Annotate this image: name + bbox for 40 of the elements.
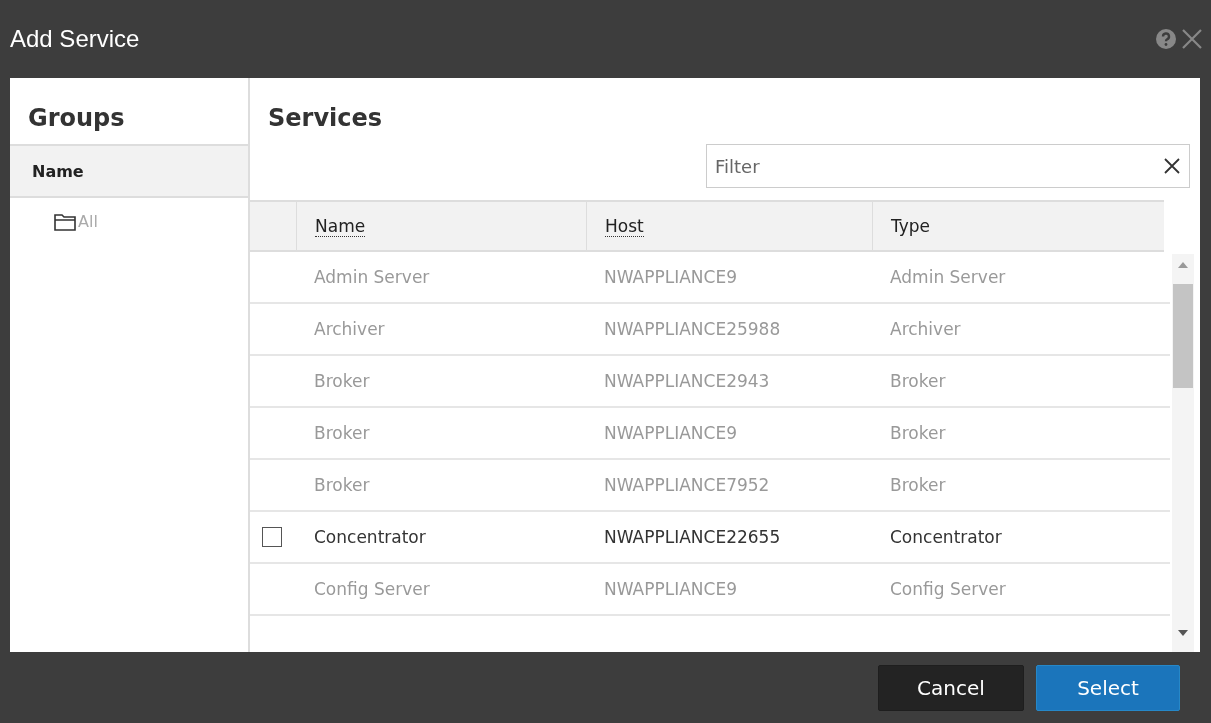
table-cell-text: Admin Server — [889, 267, 1007, 287]
table-cell-text: Archiver — [889, 319, 962, 339]
help-icon[interactable] — [1155, 28, 1177, 50]
checkbox[interactable] — [262, 527, 282, 547]
scroll-up-icon[interactable] — [1178, 262, 1188, 268]
window-title: Add Service — [10, 25, 140, 53]
clear-icon[interactable] — [1164, 158, 1180, 174]
column-header[interactable]: Type — [891, 216, 931, 236]
scrollbar[interactable] — [1172, 254, 1194, 652]
table-cell-text: Broker — [889, 475, 947, 495]
panel-title: Services — [267, 103, 384, 134]
cancel-button[interactable]: Cancel — [878, 664, 1024, 711]
select-button[interactable]: Select — [1036, 664, 1180, 711]
table-cell-text: NWAPPLIANCE2943 — [603, 371, 771, 391]
column-header[interactable]: Name — [315, 215, 366, 237]
column-header: Name — [10, 144, 248, 198]
table-cell-text: Broker — [889, 423, 947, 443]
table-cell-text: Archiver — [313, 319, 386, 339]
table-cell-text: Config Server — [313, 579, 431, 599]
scrollbar-thumb[interactable] — [1173, 284, 1193, 388]
table-cell-text: NWAPPLIANCE9 — [603, 579, 738, 599]
table-cell-text: Broker — [313, 371, 371, 391]
table-cell-text: NWAPPLIANCE9 — [603, 423, 738, 443]
table-cell-text: Broker — [313, 423, 371, 443]
table-cell-text: NWAPPLIANCE22655 — [603, 527, 782, 547]
table-cell-text: NWAPPLIANCE25988 — [603, 319, 782, 339]
table-cell-text: Broker — [889, 371, 947, 391]
table-cell-text: NWAPPLIANCE7952 — [603, 475, 771, 495]
filter-field[interactable]: Filter — [706, 144, 1190, 188]
close-icon[interactable] — [1181, 28, 1203, 50]
scroll-down-icon[interactable] — [1178, 630, 1188, 636]
table-cell-text: Broker — [313, 475, 371, 495]
table-cell-text: Concentrator — [313, 527, 427, 547]
folder-icon — [54, 212, 76, 231]
column-header[interactable]: Host — [605, 215, 644, 237]
panel-title: Groups — [27, 103, 126, 134]
table-cell-text: Concentrator — [889, 527, 1003, 547]
table-cell-text: Admin Server — [313, 267, 431, 287]
table-cell-text: NWAPPLIANCE9 — [603, 267, 738, 287]
table-cell-text: Config Server — [889, 579, 1007, 599]
